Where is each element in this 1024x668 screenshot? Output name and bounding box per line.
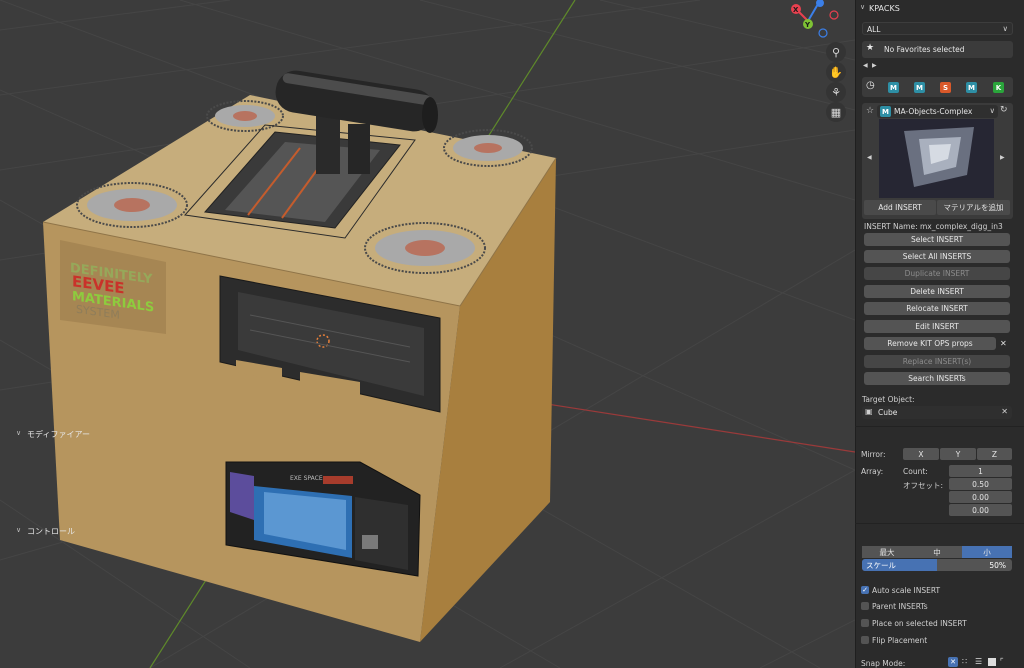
chevron-down-icon: ∨ xyxy=(16,526,22,534)
3d-viewport[interactable]: DEFINITELY EEVEE MATERIALS SYSTEM EXE SP… xyxy=(0,0,855,668)
target-object-label: Target Object: xyxy=(862,395,915,404)
gizmo-neg-x[interactable] xyxy=(829,10,839,20)
relocate-insert-button[interactable]: Relocate INSERT xyxy=(864,302,1010,315)
offset-x-field[interactable]: 0.50 xyxy=(949,478,1012,490)
viewport-canvas: DEFINITELY EEVEE MATERIALS SYSTEM EXE SP… xyxy=(0,0,855,668)
filter-dropdown-value: ALL xyxy=(867,25,881,34)
size-medium-toggle[interactable]: 中 xyxy=(912,546,962,558)
snap-vertex-icon[interactable]: ∷ xyxy=(962,657,971,667)
object-square-icon: ▣ xyxy=(865,407,873,416)
insert-name-label: INSERT Name: mx_complex_digg_in3 xyxy=(864,222,1003,231)
target-object-value: Cube xyxy=(878,408,898,417)
snap-face-icon[interactable]: ✕ xyxy=(948,657,958,667)
chevron-down-icon: ∨ xyxy=(989,106,996,115)
offset-label: オフセット: xyxy=(903,481,944,490)
delete-insert-button[interactable]: Delete INSERT xyxy=(864,285,1010,298)
preview-next-icon[interactable]: ▶ xyxy=(1000,154,1005,161)
mirror-label: Mirror: xyxy=(861,450,886,459)
grid-perspective-icon[interactable]: ▦ xyxy=(826,102,846,122)
place-on-selected-checkbox[interactable] xyxy=(861,619,869,627)
size-small-toggle[interactable]: 小 xyxy=(962,546,1012,558)
flip-placement-checkbox[interactable] xyxy=(861,636,869,644)
modifier-header-label: モディファイアー xyxy=(27,429,90,439)
pack-select-icon: M xyxy=(880,106,891,117)
pack-icon-m3[interactable]: M xyxy=(966,82,977,93)
pack-icon-k[interactable]: K xyxy=(993,82,1004,93)
flip-placement-label: Flip Placement xyxy=(872,636,928,645)
section-divider xyxy=(855,426,1024,427)
refresh-icon[interactable]: ↻ xyxy=(1000,105,1008,115)
clear-icon[interactable]: ✕ xyxy=(1001,407,1008,416)
scale-slider[interactable]: スケール 50% xyxy=(862,559,1012,571)
parent-inserts-checkbox[interactable] xyxy=(861,602,869,610)
gizmo-y-label: Y xyxy=(804,21,811,29)
duplicate-insert-button[interactable]: Duplicate INSERT xyxy=(864,267,1010,280)
control-header[interactable]: ∨ コントロール xyxy=(0,524,169,538)
mirror-z-toggle[interactable]: Z xyxy=(977,448,1012,460)
control-header-label: コントロール xyxy=(27,526,75,536)
mirror-x-toggle[interactable]: X xyxy=(903,448,939,460)
filter-dropdown[interactable]: ALL ∨ xyxy=(862,22,1013,35)
recent-clock-icon[interactable]: ◷ xyxy=(866,80,875,91)
pack-icons-row: ◷ xyxy=(862,77,1013,97)
navigation-gizmo[interactable]: X Y xyxy=(791,0,839,38)
snap-edge-icon[interactable]: ☰ xyxy=(975,657,984,667)
chevron-down-icon: ∨ xyxy=(1002,24,1009,33)
chevron-down-icon: ∨ xyxy=(16,429,22,437)
zoom-icon[interactable]: ⚲ xyxy=(826,42,846,62)
remove-kit-ops-props-button[interactable]: Remove KIT OPS props xyxy=(864,337,996,350)
snap-corner-icon[interactable]: ⌜ xyxy=(1000,657,1009,667)
pack-icon-s[interactable]: S xyxy=(940,82,951,93)
close-icon[interactable]: ✕ xyxy=(1000,339,1007,348)
count-field[interactable]: 1 xyxy=(949,465,1012,477)
search-inserts-button[interactable]: Search INSERTs xyxy=(864,372,1010,385)
favorite-star-outline-icon[interactable]: ☆ xyxy=(866,106,874,116)
camera-icon[interactable]: ⚘ xyxy=(826,82,846,102)
hand-pan-icon[interactable]: ✋ xyxy=(826,62,846,82)
select-insert-button[interactable]: Select INSERT xyxy=(864,233,1010,246)
preview-prev-icon[interactable]: ◀ xyxy=(867,154,872,161)
place-on-selected-label: Place on selected INSERT xyxy=(872,619,967,628)
parent-inserts-label: Parent INSERTs xyxy=(872,602,928,611)
size-max-toggle[interactable]: 最大 xyxy=(862,546,912,558)
add-insert-button[interactable]: Add INSERT xyxy=(864,200,936,215)
mirror-y-toggle[interactable]: Y xyxy=(940,448,976,460)
offset-y-field[interactable]: 0.00 xyxy=(949,491,1012,503)
auto-scale-checkbox[interactable]: ✓ xyxy=(861,586,869,594)
prev-arrow-icon[interactable]: ◀ xyxy=(863,62,868,69)
gizmo-x-label: X xyxy=(793,6,799,14)
insert-preview-image xyxy=(879,119,994,198)
star-icon: ★ xyxy=(866,43,875,53)
snap-volume-icon[interactable] xyxy=(988,658,996,666)
favorites-text: No Favorites selected xyxy=(884,45,965,54)
device-screen-text: EXE SPACE xyxy=(290,475,323,482)
add-material-button[interactable]: マテリアルを追加 xyxy=(937,200,1010,215)
array-label: Array: xyxy=(861,467,884,476)
kpacks-header[interactable]: ∨ KPACKS xyxy=(855,1,1024,15)
chevron-down-icon: ∨ xyxy=(860,3,866,11)
offset-z-field[interactable]: 0.00 xyxy=(949,504,1012,516)
pack-icon-m1[interactable]: M xyxy=(888,82,899,93)
replace-inserts-button[interactable]: Replace INSERT(s) xyxy=(864,355,1010,368)
pack-icon-m2[interactable]: M xyxy=(914,82,925,93)
scale-label: スケール xyxy=(866,561,896,570)
target-object-field[interactable]: ▣ Cube ✕ xyxy=(862,406,1012,419)
scale-value: 50% xyxy=(989,561,1006,570)
select-all-inserts-button[interactable]: Select All INSERTS xyxy=(864,250,1010,263)
auto-scale-label: Auto scale INSERT xyxy=(872,586,941,595)
pack-select-value: MA-Objects-Complex xyxy=(894,107,973,116)
section-divider xyxy=(855,523,1024,524)
kpacks-header-label: KPACKS xyxy=(869,3,900,13)
modifier-header[interactable]: ∨ モディファイアー xyxy=(0,427,169,441)
count-label: Count: xyxy=(903,467,928,476)
edit-insert-button[interactable]: Edit INSERT xyxy=(864,320,1010,333)
insert-preview-thumbnail[interactable] xyxy=(879,119,994,198)
favorites-row[interactable]: ★ No Favorites selected xyxy=(862,41,1013,58)
pack-select-dropdown[interactable]: M MA-Objects-Complex ∨ xyxy=(877,105,998,118)
snap-mode-label: Snap Mode: xyxy=(861,659,906,668)
top-vent-right xyxy=(443,129,533,167)
next-arrow-icon[interactable]: ▶ xyxy=(872,62,877,69)
gizmo-neg-z[interactable] xyxy=(818,28,828,38)
